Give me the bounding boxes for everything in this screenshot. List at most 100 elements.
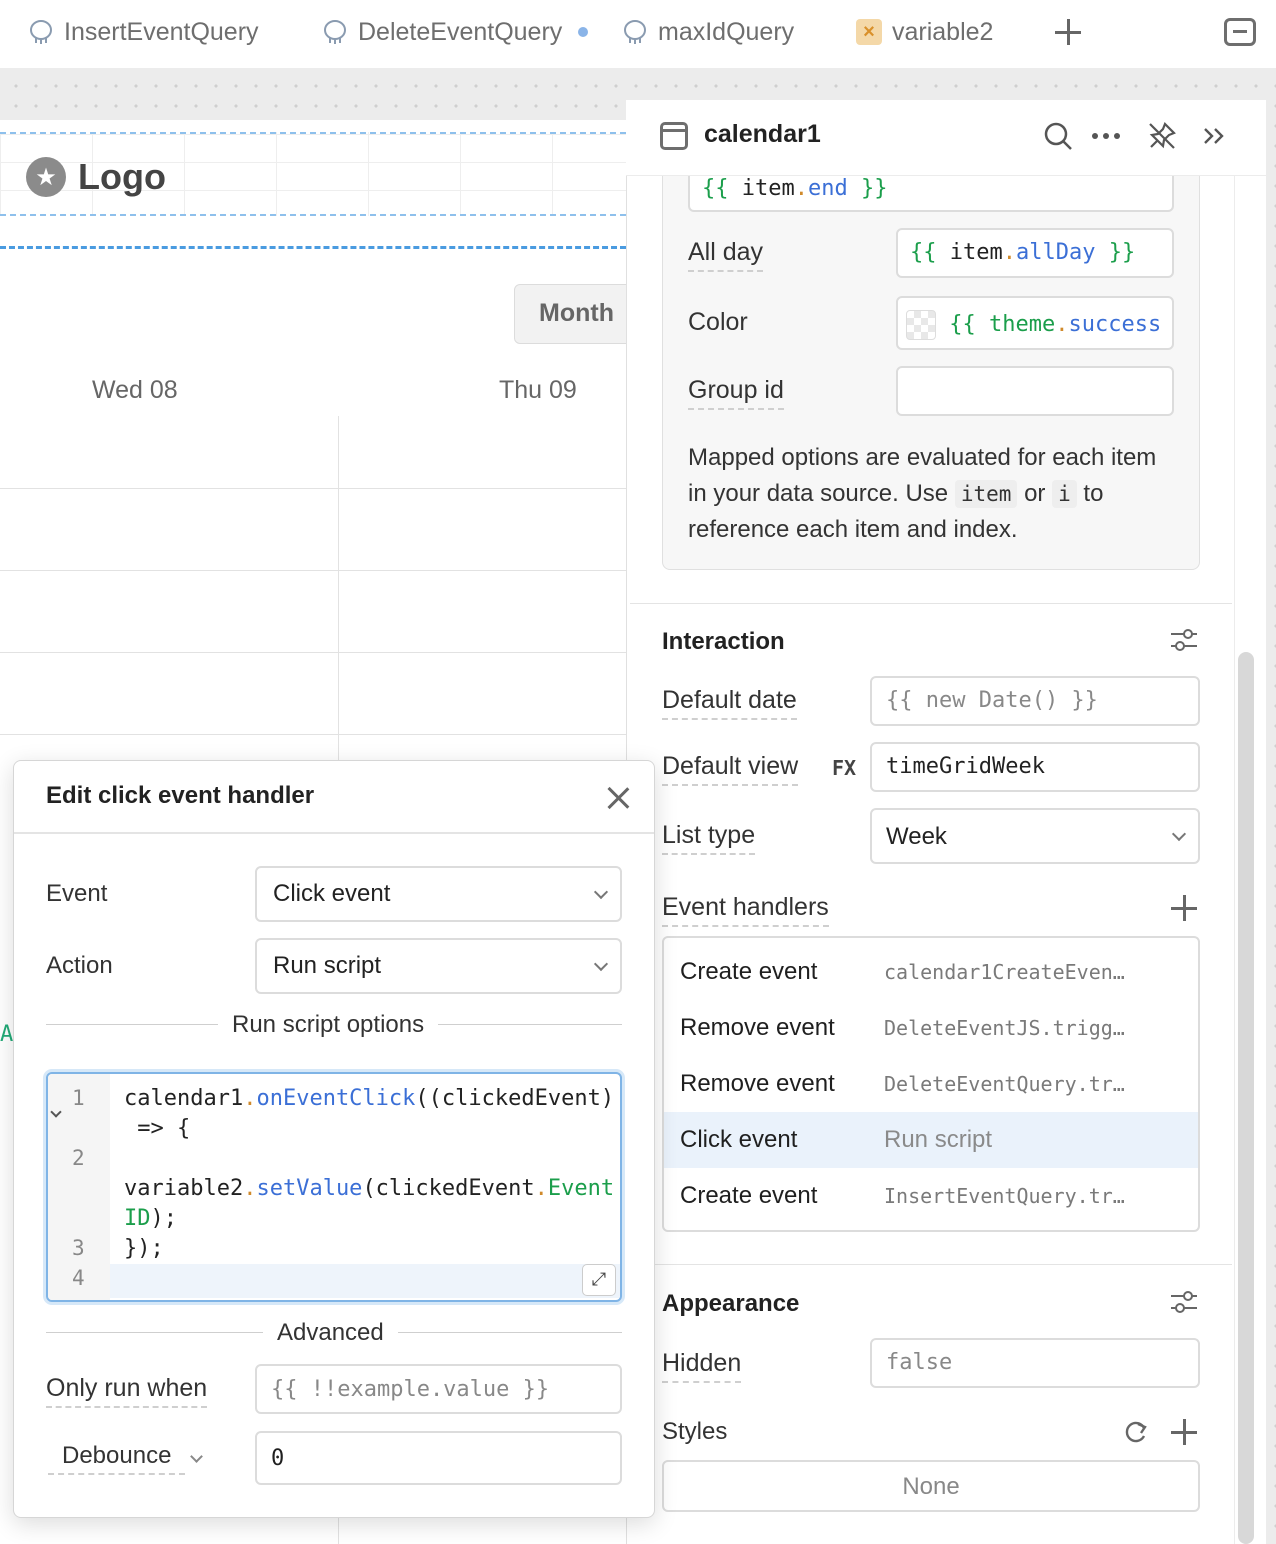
- all-day-field[interactable]: {{ item.allDay }}: [896, 228, 1174, 278]
- styles-label: Styles: [662, 1418, 728, 1445]
- hidden-input[interactable]: false: [870, 1338, 1200, 1388]
- line-number: 4: [72, 1266, 85, 1290]
- default-view-label: Default view: [662, 752, 799, 786]
- expand-editor-icon[interactable]: ⤢: [582, 1264, 616, 1296]
- chevron-down-icon: [1171, 826, 1187, 842]
- tab-variable2[interactable]: × variable2: [856, 14, 993, 50]
- calendar-day-header: Thu 09: [499, 376, 577, 404]
- script-editor[interactable]: 1 2 3 4 calendar1.onEventClick((clickedE…: [46, 1072, 622, 1302]
- run-script-options-title: Run script options: [218, 1011, 439, 1039]
- debounce-dropdown[interactable]: Debounce: [48, 1442, 186, 1475]
- logo[interactable]: ★ Logo: [26, 156, 166, 198]
- event-handler-row[interactable]: Remove event DeleteEventJS.trigg…: [664, 1000, 1198, 1056]
- add-style-icon[interactable]: [1171, 1419, 1197, 1445]
- section-divider: [630, 1264, 1232, 1265]
- calendar-day-header: Wed 08: [92, 376, 178, 404]
- code-line: });: [124, 1236, 164, 1261]
- tab-label: DeleteEventQuery: [358, 17, 563, 46]
- settings-sliders-icon[interactable]: [1168, 626, 1200, 654]
- event-handler-row[interactable]: Create event calendar1CreateEven…: [664, 944, 1198, 1000]
- section-divider: [630, 603, 1232, 604]
- advanced-title: Advanced: [263, 1319, 398, 1347]
- popover-title: Edit click event handler: [46, 782, 315, 809]
- calendar-event-fragment: A: [0, 1022, 14, 1047]
- appearance-section-title[interactable]: Appearance: [662, 1290, 799, 1318]
- postgres-icon: [30, 20, 52, 44]
- code-line: ID);: [124, 1206, 177, 1231]
- hidden-label: Hidden: [662, 1349, 742, 1383]
- tab-label: InsertEventQuery: [64, 17, 259, 46]
- search-icon[interactable]: [1040, 118, 1076, 154]
- unpin-icon[interactable]: [1144, 118, 1180, 154]
- event-handler-row-selected[interactable]: Click event Run script: [664, 1112, 1198, 1168]
- event-handlers-label: Event handlers: [662, 893, 829, 927]
- color-field[interactable]: {{ theme.success: [896, 296, 1174, 350]
- scroll-track: [1234, 176, 1235, 1544]
- line-number: 1: [72, 1086, 85, 1110]
- active-line-highlight: [110, 1264, 620, 1298]
- all-day-label: All day: [688, 238, 764, 272]
- color-swatch-icon[interactable]: [906, 310, 936, 340]
- frame-guide: [0, 246, 626, 249]
- interaction-section-title[interactable]: Interaction: [662, 628, 785, 656]
- default-view-input[interactable]: timeGridWeek: [870, 742, 1200, 792]
- calendar-grid-line: [0, 652, 626, 653]
- reset-icon[interactable]: [1122, 1418, 1150, 1446]
- query-tab-bar: InsertEventQuery DeleteEventQuery maxIdQ…: [0, 0, 1276, 68]
- event-handlers-list: Create event calendar1CreateEven… Remove…: [662, 936, 1200, 1232]
- calendar-grid-line: [0, 488, 626, 489]
- calendar-grid-line: [0, 734, 626, 735]
- code-line: => {: [124, 1116, 191, 1141]
- code-line: calendar1.onEventClick((clickedEvent): [124, 1086, 615, 1111]
- plus-icon: [1055, 19, 1081, 45]
- calendar-icon: [660, 122, 688, 150]
- chevron-down-icon: [593, 884, 609, 900]
- postgres-icon: [324, 20, 346, 44]
- only-run-when-input[interactable]: {{ !!example.value }}: [255, 1364, 622, 1414]
- line-number: 2: [72, 1146, 85, 1170]
- chevrons-right-icon[interactable]: [1196, 118, 1232, 154]
- event-handler-row[interactable]: Create event InsertEventQuery.tr…: [664, 1168, 1198, 1224]
- tab-insert-event-query[interactable]: InsertEventQuery: [28, 14, 259, 50]
- tab-label: variable2: [892, 17, 994, 46]
- code-line: variable2.setValue(clickedEvent.Event: [124, 1176, 615, 1201]
- color-label: Color: [688, 308, 748, 336]
- list-type-label: List type: [662, 821, 756, 855]
- tab-label: maxIdQuery: [658, 17, 795, 46]
- event-handler-row[interactable]: Remove event DeleteEventQuery.tr…: [664, 1056, 1198, 1112]
- popover-divider: [14, 832, 654, 834]
- event-label: Event: [46, 880, 108, 907]
- unsaved-dot-icon: [578, 27, 589, 37]
- default-date-input[interactable]: {{ new Date() }}: [870, 676, 1200, 726]
- calendar-view-month-button[interactable]: Month: [514, 284, 644, 344]
- calendar-grid-line: [0, 570, 626, 571]
- star-icon: ★: [26, 157, 66, 197]
- list-type-select[interactable]: Week: [870, 808, 1200, 864]
- group-id-field[interactable]: [896, 366, 1174, 416]
- collapse-panel-icon[interactable]: [1224, 18, 1256, 46]
- event-select[interactable]: Click event: [255, 866, 622, 922]
- action-select[interactable]: Run script: [255, 938, 622, 994]
- default-date-label: Default date: [662, 686, 797, 720]
- inspector-scrollbar[interactable]: [1238, 652, 1254, 1544]
- add-event-handler-icon[interactable]: [1171, 895, 1197, 921]
- mapped-options-note: Mapped options are evaluated for each it…: [688, 444, 1157, 543]
- logo-text: Logo: [78, 156, 166, 197]
- fx-toggle[interactable]: FX: [832, 756, 856, 780]
- add-query-button[interactable]: [1052, 14, 1084, 50]
- variable-icon: ×: [856, 19, 882, 45]
- group-id-label: Group id: [688, 376, 784, 410]
- component-name[interactable]: calendar1: [704, 120, 821, 149]
- only-run-when-label: Only run when: [46, 1374, 208, 1408]
- debounce-input[interactable]: 0: [255, 1431, 622, 1485]
- close-icon[interactable]: [604, 784, 632, 812]
- more-options-icon[interactable]: [1088, 118, 1124, 154]
- chevron-down-icon: [593, 956, 609, 972]
- styles-none-box[interactable]: None: [662, 1460, 1200, 1512]
- tab-delete-event-query[interactable]: DeleteEventQuery: [322, 14, 589, 50]
- line-number: 3: [72, 1236, 85, 1260]
- settings-sliders-icon[interactable]: [1168, 1288, 1200, 1316]
- tab-max-id-query[interactable]: maxIdQuery: [622, 14, 794, 50]
- postgres-icon: [624, 20, 646, 44]
- action-label: Action: [46, 952, 113, 979]
